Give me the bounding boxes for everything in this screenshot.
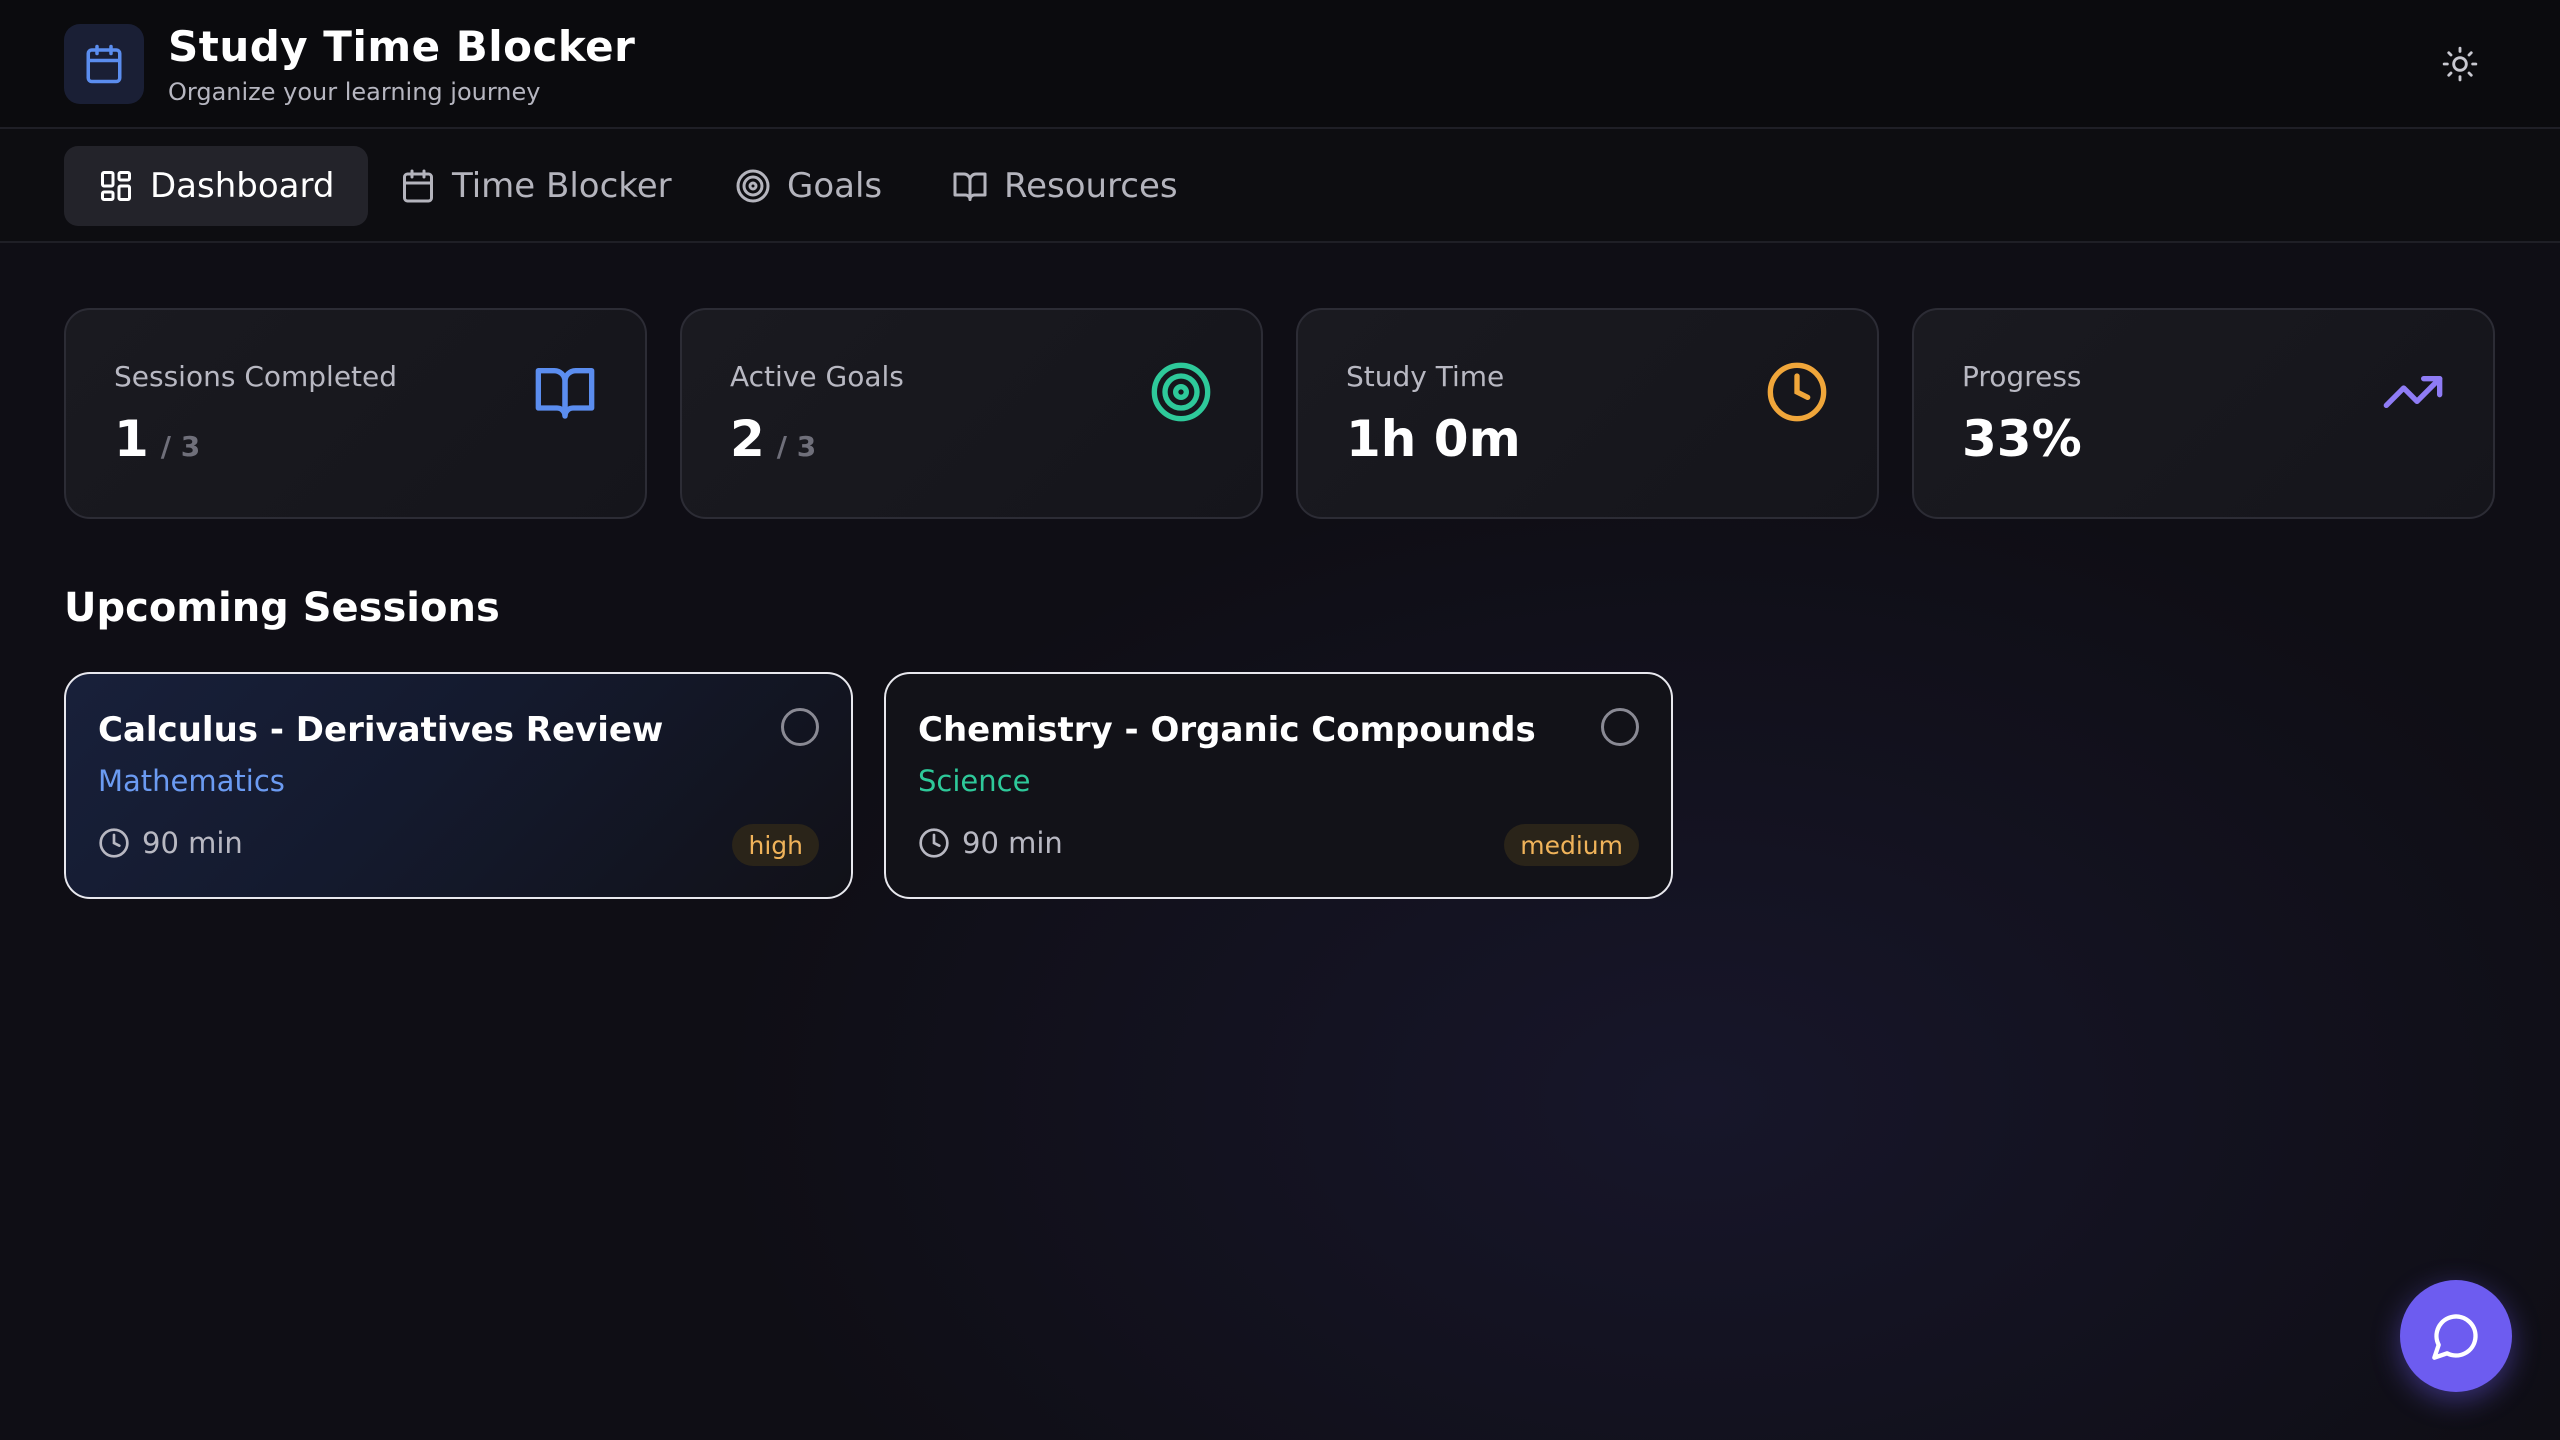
- stat-value: 2 / 3: [730, 410, 816, 468]
- stat-label: Study Time: [1346, 360, 1505, 393]
- book-open-icon: [535, 368, 595, 419]
- target-icon: [736, 169, 770, 203]
- stat-card-progress: Progress 33%: [1912, 308, 2495, 519]
- section-title-upcoming: Upcoming Sessions: [64, 585, 500, 631]
- tab-label: Goals: [787, 166, 883, 206]
- app-subtitle: Organize your learning journey: [168, 78, 541, 106]
- session-card[interactable]: Calculus - Derivatives Review Mathematic…: [64, 672, 853, 899]
- session-duration: 90 min: [918, 826, 1063, 860]
- target-icon: [1151, 362, 1211, 422]
- session-duration: 90 min: [98, 826, 243, 860]
- stat-number: 33%: [1962, 410, 2082, 468]
- session-subject: Science: [918, 764, 1031, 798]
- app-title: Study Time Blocker: [168, 22, 636, 71]
- book-open-icon: [953, 172, 987, 201]
- stat-card-study-time: Study Time 1h 0m: [1296, 308, 1879, 519]
- tab-goals[interactable]: Goals: [701, 146, 916, 226]
- theme-toggle-button[interactable]: [2436, 40, 2484, 88]
- calendar-icon: [403, 169, 433, 203]
- dashboard-icon: [101, 171, 131, 201]
- tab-label: Dashboard: [150, 166, 335, 206]
- clock-icon: [1767, 362, 1827, 422]
- app-header: Study Time Blocker Organize your learnin…: [0, 0, 2560, 129]
- stat-label: Progress: [1962, 360, 2082, 393]
- app-logo: [64, 24, 144, 104]
- duration-text: 90 min: [142, 826, 243, 860]
- priority-badge: medium: [1504, 824, 1639, 866]
- stat-label: Active Goals: [730, 360, 904, 393]
- clock-icon: [99, 828, 129, 858]
- stat-number: 2: [730, 410, 765, 468]
- stat-total: / 3: [160, 430, 201, 463]
- stat-value: 33%: [1962, 410, 2082, 468]
- chat-button[interactable]: [2400, 1280, 2512, 1392]
- tab-label: Resources: [1004, 166, 1178, 206]
- session-title: Chemistry - Organic Compounds: [918, 710, 1536, 750]
- session-card[interactable]: Chemistry - Organic Compounds Science 90…: [884, 672, 1673, 899]
- main-nav: Dashboard Time Blocker Goals Resources: [0, 129, 2560, 243]
- trending-up-icon: [2383, 376, 2443, 408]
- stat-value: 1h 0m: [1346, 410, 1521, 468]
- tab-dashboard[interactable]: Dashboard: [64, 146, 369, 226]
- complete-checkbox[interactable]: [781, 708, 819, 746]
- session-subject: Mathematics: [98, 764, 285, 798]
- stat-card-goals: Active Goals 2 / 3: [680, 308, 1263, 519]
- tab-time-blocker[interactable]: Time Blocker: [366, 146, 706, 226]
- complete-checkbox[interactable]: [1601, 708, 1639, 746]
- stat-total: / 3: [776, 430, 817, 463]
- calendar-icon: [86, 44, 122, 84]
- session-title: Calculus - Derivatives Review: [98, 710, 664, 750]
- stat-number: 1: [114, 410, 149, 468]
- sun-icon: [2442, 46, 2478, 82]
- chat-bubble-icon: [2432, 1314, 2478, 1360]
- tab-resources[interactable]: Resources: [918, 146, 1212, 226]
- clock-icon: [919, 828, 949, 858]
- stat-number: 1h 0m: [1346, 410, 1521, 468]
- stat-label: Sessions Completed: [114, 360, 398, 393]
- stat-card-sessions: Sessions Completed 1 / 3: [64, 308, 647, 519]
- priority-badge: high: [732, 824, 819, 866]
- stat-value: 1 / 3: [114, 410, 200, 468]
- tab-label: Time Blocker: [452, 166, 672, 206]
- duration-text: 90 min: [962, 826, 1063, 860]
